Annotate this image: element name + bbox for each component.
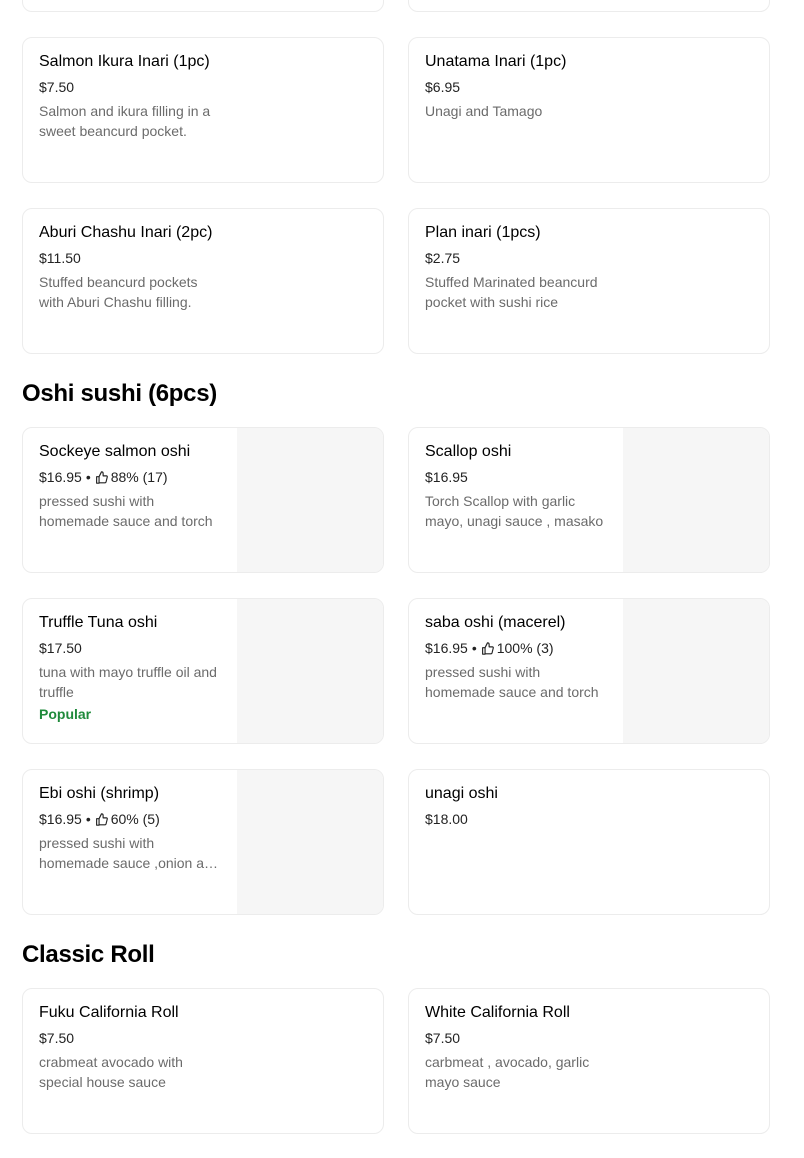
item-description: pressed sushi with homemade sauce and to…: [425, 664, 599, 700]
item-description: pressed sushi with homemade sauce ,onion…: [39, 835, 220, 871]
item-name: Fuku California Roll: [39, 1004, 179, 1021]
item-price: $6.95: [425, 79, 461, 95]
item-name: Sockeye salmon oshi: [39, 443, 191, 460]
item-price: $16.95: [425, 640, 468, 656]
item-price: $7.50: [39, 1030, 75, 1046]
section-title: Classic Roll: [22, 941, 155, 968]
item-description: Torch Scallop with garlic mayo, unagi sa…: [425, 493, 604, 529]
item-image: [237, 770, 383, 914]
thumbs-up-icon: [95, 812, 108, 826]
item-price: $7.50: [39, 79, 75, 95]
item-name: Aburi Chashu Inari (2pc): [39, 224, 213, 241]
item-name: Truffle Tuna oshi: [39, 614, 158, 631]
menu-item-card[interactable]: Scallop oshi $16.95 Torch Scallop with g…: [408, 427, 770, 573]
item-name: Ebi oshi (shrimp): [39, 785, 160, 802]
menu-item-card[interactable]: Unatama Inari (1pc) $6.95 Unagi and Tama…: [408, 37, 770, 183]
item-rating: 60% (5): [110, 811, 160, 827]
menu-item-card[interactable]: saba oshi (macerel) $16.95 • 100% (3) pr…: [408, 598, 770, 744]
item-rating: 88% (17): [110, 469, 168, 485]
item-name: saba oshi (macerel): [425, 614, 566, 631]
item-price: $16.95: [39, 811, 82, 827]
card-partial-top-left[interactable]: [22, 0, 384, 12]
item-description: crabmeat avocado with special house sauc…: [39, 1054, 183, 1090]
menu-item-card[interactable]: Plan inari (1pcs) $2.75 Stuffed Marinate…: [408, 208, 770, 354]
menu-item-card[interactable]: Ebi oshi (shrimp) $16.95 • 60% (5) press…: [22, 769, 384, 915]
item-description: tuna with mayo truffle oil and truffle: [39, 664, 217, 700]
menu-item-card[interactable]: Sockeye salmon oshi $16.95 • 88% (17) pr…: [22, 427, 384, 573]
thumbs-up-icon: [481, 641, 494, 655]
item-price: $16.95: [425, 469, 468, 485]
menu-item-card[interactable]: Aburi Chashu Inari (2pc) $11.50 Stuffed …: [22, 208, 384, 354]
item-description: pressed sushi with homemade sauce and to…: [39, 493, 213, 529]
item-image: [623, 599, 769, 743]
item-name: White California Roll: [425, 1004, 570, 1021]
item-image: [237, 599, 383, 743]
item-description: carbmeat , avocado, garlic mayo sauce: [425, 1054, 590, 1090]
menu-item-card[interactable]: unagi oshi $18.00: [408, 769, 770, 915]
item-price: $17.50: [39, 640, 82, 656]
thumbs-up-icon: [95, 470, 108, 484]
item-name: Salmon Ikura Inari (1pc): [39, 53, 210, 70]
item-name: Scallop oshi: [425, 443, 512, 460]
item-name: Plan inari (1pcs): [425, 224, 541, 241]
item-price: $2.75: [425, 250, 461, 266]
item-name: Unatama Inari (1pc): [425, 53, 567, 70]
popular-badge: Popular: [39, 706, 92, 722]
item-name: unagi oshi: [425, 785, 498, 802]
item-price: $11.50: [39, 250, 81, 266]
item-image: [237, 428, 383, 572]
menu-item-card[interactable]: Salmon Ikura Inari (1pc) $7.50 Salmon an…: [22, 37, 384, 183]
item-description: Salmon and ikura filling in a sweet bean…: [39, 103, 211, 139]
item-rating: 100% (3): [496, 640, 554, 656]
item-price: $7.50: [425, 1030, 461, 1046]
item-price: $16.95: [39, 469, 82, 485]
section-title: Oshi sushi (6pcs): [22, 380, 217, 407]
card-partial-top-right[interactable]: [408, 0, 770, 12]
item-description: Unagi and Tamago: [425, 103, 543, 119]
item-price: $18.00: [425, 811, 468, 827]
item-description: Stuffed beancurd pockets with Aburi Chas…: [39, 274, 198, 310]
menu-item-card[interactable]: Fuku California Roll $7.50 crabmeat avoc…: [22, 988, 384, 1134]
item-description: Stuffed Marinated beancurd pocket with s…: [425, 274, 598, 310]
menu-item-card[interactable]: White California Roll $7.50 carbmeat , a…: [408, 988, 770, 1134]
menu-item-card[interactable]: Truffle Tuna oshi $17.50 tuna with mayo …: [22, 598, 384, 744]
item-image: [623, 428, 769, 572]
